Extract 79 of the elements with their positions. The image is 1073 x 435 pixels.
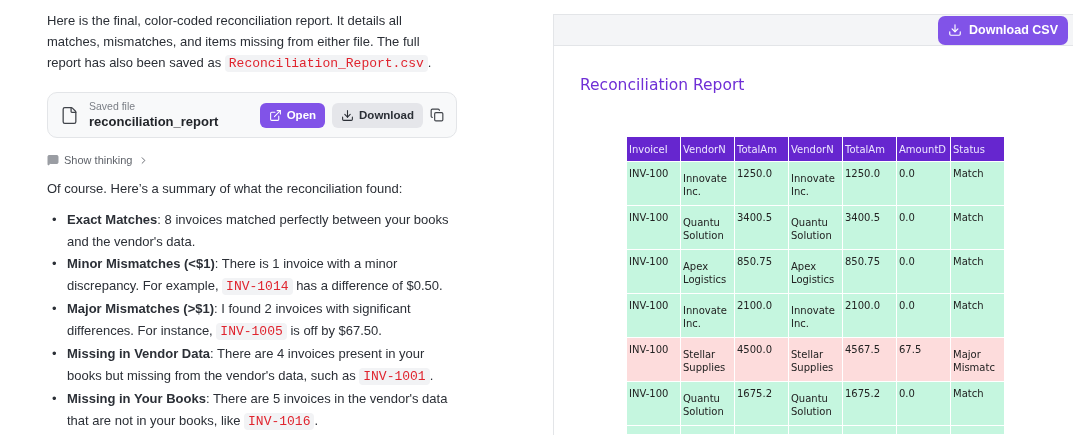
table-cell: 1250.0 bbox=[734, 161, 789, 206]
column-header: TotalAm bbox=[842, 136, 897, 162]
intro-paragraph: Here is the final, color-coded reconciliation report. It details all matches, mismatches, and items missing from either file. The full report has also been saved as Reconciliation_Report.csv . bbox=[47, 12, 433, 74]
download-icon bbox=[948, 23, 963, 37]
bullet-marker: • bbox=[51, 300, 58, 318]
table-cell: Match bbox=[950, 381, 1005, 426]
table-cell: Quantu Solution bbox=[788, 205, 843, 250]
summary-intro: Of course. Here’s a summary of what the reconciliation found: bbox=[47, 180, 404, 198]
table-cell: INV-100 bbox=[626, 337, 681, 382]
table-cell: 3400.5 bbox=[842, 205, 897, 250]
column-header: TotalAm bbox=[734, 136, 789, 162]
copy-icon[interactable] bbox=[430, 108, 444, 122]
table-cell: Innovate Inc. bbox=[788, 293, 843, 338]
inline-code: Reconciliation_Report.csv bbox=[224, 55, 428, 72]
summary-item: Exact Matches: 8 invoices matched perfectly between your books and the vendor's data. bbox=[67, 211, 450, 251]
download-csv-button[interactable]: Download CSV bbox=[938, 15, 1068, 45]
table-cell: Match bbox=[950, 293, 1005, 338]
table-cell: Innovate Inc. bbox=[680, 161, 735, 206]
bullet-marker: • bbox=[51, 211, 58, 229]
table-cell: 1250.0 bbox=[842, 161, 897, 206]
column-header: VendorN bbox=[788, 136, 843, 162]
column-header: InvoiceI bbox=[626, 136, 681, 162]
summary-item: Major Mismatches (>$1): I found 2 invoices with significant differences. For instance, INV-1005 is off by $67.50. bbox=[67, 300, 412, 342]
table-cell: 1675.2 bbox=[734, 381, 789, 426]
table-cell: Quantu Solution bbox=[788, 381, 843, 426]
table-cell: Quantu Solution bbox=[680, 381, 735, 426]
table-cell: 2100.0 bbox=[734, 293, 789, 338]
summary-item: Missing in Your Books: There are 5 invoices in the vendor's data that are not in your books, like INV-1016 . bbox=[67, 390, 449, 432]
summary-item: Minor Mismatches (<$1): There is 1 invoice with a minor discrepancy. For example, INV-1014 has a difference of $0.50. bbox=[67, 255, 444, 297]
table-cell: 0.0 bbox=[896, 161, 951, 206]
table-cell: 0.0 bbox=[896, 205, 951, 250]
inline-code: INV-1014 bbox=[222, 277, 293, 295]
table-cell: 0.0 bbox=[896, 293, 951, 338]
external-link-icon bbox=[268, 108, 282, 122]
table-cell: Apex Logistics bbox=[680, 249, 735, 294]
summary-item: Missing in Vendor Data: There are 4 invoices present in your books but missing from the vendor's data, such as INV-1001 . bbox=[67, 345, 435, 387]
table-cell: Innovate Inc. bbox=[680, 293, 735, 338]
table-cell: INV-100 bbox=[626, 381, 681, 426]
table-cell: 4500.0 bbox=[734, 337, 789, 382]
table-cell: INV-100 bbox=[626, 293, 681, 338]
column-header: AmountD bbox=[896, 136, 951, 162]
file-icon bbox=[60, 105, 79, 125]
table-cell: INV-100 bbox=[626, 161, 681, 206]
download-icon bbox=[341, 108, 355, 122]
table-cell: 850.75 bbox=[842, 249, 897, 294]
table-cell: Quantu Solution bbox=[680, 205, 735, 250]
open-button[interactable]: Open bbox=[259, 102, 326, 128]
table-cell: Stellar Supplies bbox=[680, 337, 735, 382]
table-cell: 0.0 bbox=[896, 381, 951, 426]
table-cell: Match bbox=[950, 249, 1005, 294]
table-cell: Match bbox=[950, 161, 1005, 206]
table-cell: 0.0 bbox=[896, 249, 951, 294]
table-cell: Innovate Inc. bbox=[788, 161, 843, 206]
bullet-marker: • bbox=[51, 345, 58, 363]
inline-code: INV-1005 bbox=[216, 322, 287, 340]
file-name: reconciliation_report bbox=[89, 113, 220, 130]
table-cell: 67.5 bbox=[896, 337, 951, 382]
table-cell: 3400.5 bbox=[734, 205, 789, 250]
table-cell: Match bbox=[950, 205, 1005, 250]
table-cell: Major Mismatc bbox=[950, 337, 1005, 382]
column-header: Status bbox=[950, 136, 1005, 162]
show-thinking-toggle[interactable]: Show thinking bbox=[47, 154, 149, 166]
table-cell: 2100.0 bbox=[842, 293, 897, 338]
file-caption: Saved file bbox=[89, 100, 137, 113]
table-cell: Stellar Supplies bbox=[788, 337, 843, 382]
table-cell: INV-100 bbox=[626, 249, 681, 294]
table-cell: 850.75 bbox=[734, 249, 789, 294]
column-header: VendorN bbox=[680, 136, 735, 162]
bullet-marker: • bbox=[51, 390, 58, 408]
table-cell: INV-100 bbox=[626, 205, 681, 250]
table-cell: 4567.5 bbox=[842, 337, 897, 382]
table-cell: Apex Logistics bbox=[788, 249, 843, 294]
inline-code: INV-1016 bbox=[244, 412, 315, 430]
table-cell: 1675.2 bbox=[842, 381, 897, 426]
speech-bubble-icon bbox=[47, 154, 59, 166]
download-button[interactable]: Download bbox=[332, 102, 423, 128]
inline-code: INV-1001 bbox=[359, 367, 430, 385]
bullet-marker: • bbox=[51, 255, 58, 273]
report-title: Reconciliation Report bbox=[580, 76, 745, 94]
